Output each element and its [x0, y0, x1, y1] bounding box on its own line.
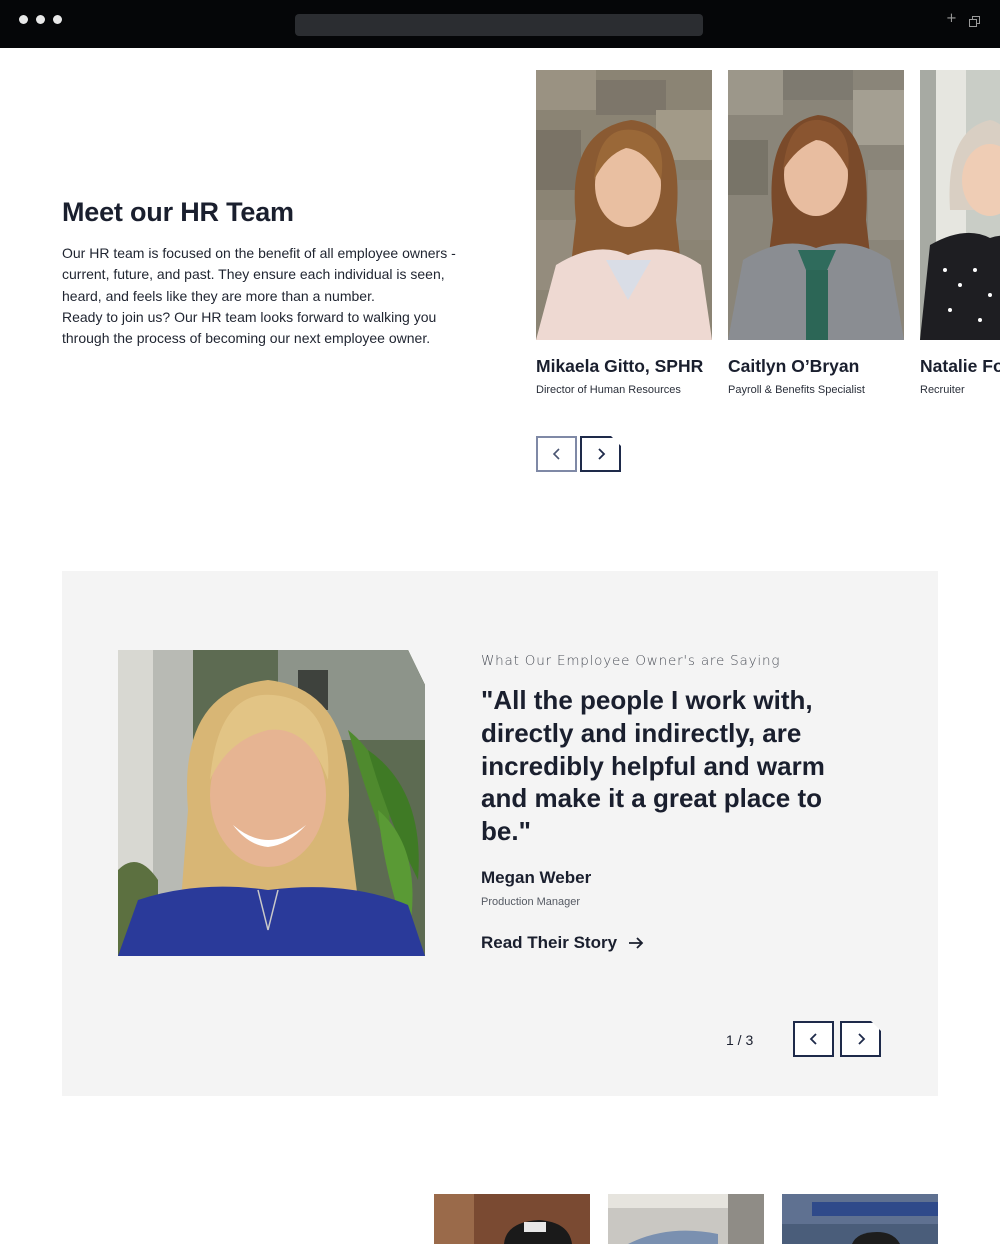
- gallery-thumbnail[interactable]: [608, 1194, 764, 1244]
- chevron-left-icon: [809, 1033, 817, 1045]
- chevron-right-icon: [854, 1032, 868, 1046]
- testimonial-section: What Our Employee Owner's are Saying "Al…: [62, 571, 938, 1096]
- testimonial-quote: "All the people I work with, directly an…: [481, 685, 825, 847]
- team-member-name: Mikaela Gitto, SPHR: [536, 356, 704, 376]
- team-member-name: Natalie Fo: [920, 356, 1000, 376]
- window-control-dot[interactable]: [53, 15, 62, 24]
- window-control-dot[interactable]: [19, 15, 28, 24]
- hr-team-heading: Meet our HR Team: [62, 197, 294, 227]
- testimonial-eyebrow: What Our Employee Owner's are Saying: [481, 653, 781, 669]
- team-member-photo: [728, 70, 904, 340]
- new-tab-icon[interactable]: +: [946, 11, 957, 26]
- team-member-card[interactable]: Natalie Fo Recruiter: [920, 70, 1000, 410]
- team-member-card[interactable]: Caitlyn O’Bryan Payroll & Benefits Speci…: [728, 70, 904, 396]
- browser-toolbar: +: [0, 0, 1000, 48]
- testimonial-author-role: Production Manager: [481, 896, 581, 908]
- tabs-overview-icon[interactable]: [969, 16, 981, 28]
- testimonial-counter: 1 / 3: [726, 1032, 754, 1048]
- hr-team-description: Our HR team is focused on the benefit of…: [62, 243, 472, 349]
- read-their-story-link[interactable]: Read Their Story: [481, 933, 645, 953]
- hr-description-paragraph: Our HR team is focused on the benefit of…: [62, 245, 456, 304]
- testimonial-prev-button[interactable]: [793, 1021, 834, 1057]
- team-member-photo: [536, 70, 712, 340]
- testimonial-photo: [118, 650, 425, 956]
- testimonial-next-button[interactable]: [840, 1021, 881, 1057]
- chevron-left-icon: [552, 448, 560, 460]
- team-member-photo: [920, 70, 1000, 340]
- read-their-story-label: Read Their Story: [481, 933, 618, 952]
- team-carousel-next-button[interactable]: [580, 436, 621, 472]
- team-carousel-prev-button[interactable]: [536, 436, 577, 472]
- hr-description-paragraph: Ready to join us? Our HR team looks forw…: [62, 308, 437, 347]
- address-bar[interactable]: [295, 14, 703, 36]
- team-member-role: Recruiter: [920, 384, 965, 396]
- team-member-name: Caitlyn O’Bryan: [728, 356, 860, 376]
- team-member-role: Payroll & Benefits Specialist: [728, 384, 865, 396]
- testimonial-author-name: Megan Weber: [481, 868, 592, 887]
- window-control-dot[interactable]: [36, 15, 45, 24]
- gallery-thumbnail[interactable]: [782, 1194, 938, 1244]
- chevron-right-icon: [594, 447, 608, 461]
- team-member-role: Director of Human Resources: [536, 384, 681, 396]
- team-member-card[interactable]: Mikaela Gitto, SPHR Director of Human Re…: [536, 70, 712, 396]
- gallery-thumbnail[interactable]: [434, 1194, 590, 1244]
- arrow-right-icon: [629, 937, 644, 949]
